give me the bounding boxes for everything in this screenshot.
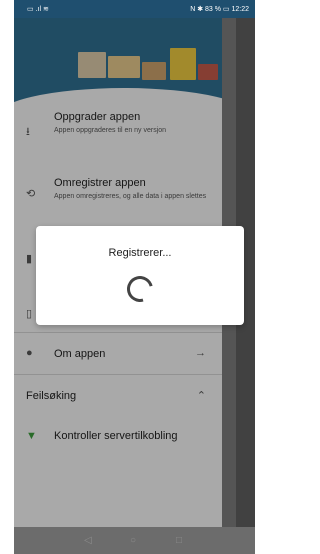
recents-icon[interactable]: □ [176, 535, 182, 546]
status-bar: ▭ .ıl ≋ N ✱ 83 % ▭ 12:22 [14, 0, 255, 18]
dialog-title: Registrerer... [108, 247, 172, 259]
back-icon[interactable]: ◁ [84, 535, 92, 546]
progress-dialog: Registrerer... [36, 226, 244, 325]
loading-spinner-icon [122, 271, 158, 307]
home-icon[interactable]: ○ [130, 535, 136, 546]
status-left: ▭ .ıl ≋ [27, 6, 49, 13]
navigation-bar: ◁ ○ □ [14, 527, 255, 554]
status-right: N ✱ 83 % ▭ 12:22 [190, 6, 249, 13]
